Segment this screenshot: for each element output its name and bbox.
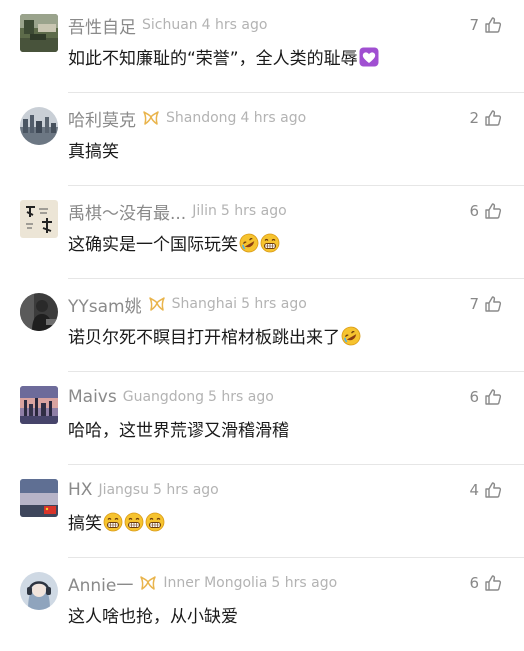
username[interactable]: 禹棋～没有最...	[68, 199, 186, 224]
location: Guangdong	[122, 389, 205, 405]
comment-meta: Annie一 Inner Mongolia 5 hrs ago	[68, 570, 337, 596]
comment-item: 禹棋～没有最... Jilin 5 hrs ago 这确实是一个国际玩笑 6	[0, 186, 524, 279]
avatar[interactable]	[20, 14, 58, 52]
timestamp: 4 hrs ago	[240, 110, 307, 126]
rolling-laugh-emoji-icon	[239, 233, 259, 253]
comment-body: 如此不知廉耻的“荣誉”，全人类的耻辱	[68, 49, 358, 69]
like-button[interactable]: 6	[469, 388, 502, 406]
like-button[interactable]: 7	[469, 16, 502, 34]
comment-text: 搞笑	[68, 509, 165, 534]
like-button[interactable]: 7	[469, 295, 502, 313]
comment-item: Maivs Guangdong 5 hrs ago 哈哈，这世界荒谬又滑稽滑稽 …	[0, 372, 524, 465]
like-count: 7	[469, 295, 479, 313]
comment-body: 搞笑	[68, 514, 102, 534]
like-count: 6	[469, 388, 479, 406]
timestamp: 4 hrs ago	[201, 17, 268, 33]
landscape-photo-icon	[20, 14, 58, 52]
rolling-laugh-emoji-icon	[341, 326, 361, 346]
sunset-city-photo-icon	[20, 386, 58, 424]
timestamp: 5 hrs ago	[241, 296, 307, 312]
membership-badge-icon	[142, 110, 160, 126]
like-button[interactable]: 6	[469, 202, 502, 220]
comment-meta: HX Jiangsu 5 hrs ago	[68, 477, 219, 503]
comment-body: 这人啥也抢，从小缺爱	[68, 607, 238, 627]
avatar[interactable]	[20, 572, 58, 610]
comment-text: 诺贝尔死不瞑目打开棺材板跳出来了	[68, 323, 361, 348]
thumbs-up-icon	[484, 481, 502, 499]
comment-body: 真搞笑	[68, 142, 119, 162]
avatar[interactable]	[20, 479, 58, 517]
comment-text: 哈哈，这世界荒谬又滑稽滑稽	[68, 416, 289, 441]
like-button[interactable]: 4	[469, 481, 502, 499]
grin-emoji-icon	[124, 512, 144, 532]
username[interactable]: HX	[68, 480, 92, 500]
comment-meta: 吾性自足 Sichuan 4 hrs ago	[68, 12, 267, 38]
person-photo-icon	[20, 293, 58, 331]
comment-item: YYsam姚 Shanghai 5 hrs ago 诺贝尔死不瞑目打开棺材板跳出…	[0, 279, 524, 372]
thumbs-up-icon	[484, 202, 502, 220]
comment-meta: 禹棋～没有最... Jilin 5 hrs ago	[68, 198, 287, 224]
username[interactable]: 吾性自足	[68, 13, 136, 38]
like-count: 2	[469, 109, 479, 127]
location: Shanghai	[171, 296, 238, 312]
comment-item: 吾性自足 Sichuan 4 hrs ago 如此不知廉耻的“荣誉”，全人类的耻…	[0, 0, 524, 93]
username[interactable]: 哈利莫克	[68, 106, 136, 131]
comment-item: 哈利莫克 Shandong 4 hrs ago 真搞笑 2	[0, 93, 524, 186]
comment-text: 如此不知廉耻的“荣誉”，全人类的耻辱	[68, 44, 379, 69]
thumbs-up-icon	[484, 388, 502, 406]
membership-badge-icon	[139, 575, 157, 591]
thumbs-up-icon	[484, 109, 502, 127]
avatar[interactable]	[20, 386, 58, 424]
thumbs-up-icon	[484, 295, 502, 313]
comment-body: 哈哈，这世界荒谬又滑稽滑稽	[68, 421, 289, 441]
username[interactable]: YYsam姚	[68, 292, 142, 317]
location: Inner Mongolia	[163, 575, 268, 591]
like-count: 4	[469, 481, 479, 499]
comment-meta: Maivs Guangdong 5 hrs ago	[68, 384, 274, 410]
comment-text: 这人啥也抢，从小缺爱	[68, 602, 238, 627]
avatar[interactable]	[20, 200, 58, 238]
location: Jiangsu	[98, 482, 149, 498]
comment-meta: YYsam姚 Shanghai 5 hrs ago	[68, 291, 307, 317]
anime-headphones-avatar-icon	[20, 572, 58, 610]
comment-body: 这确实是一个国际玩笑	[68, 235, 238, 255]
grin-emoji-icon	[103, 512, 123, 532]
grin-emoji-icon	[260, 233, 280, 253]
location: Shandong	[166, 110, 237, 126]
comment-text: 真搞笑	[68, 137, 119, 162]
timestamp: 5 hrs ago	[208, 389, 274, 405]
avatar[interactable]	[20, 107, 58, 145]
comment-text: 这确实是一个国际玩笑	[68, 230, 280, 255]
location: Sichuan	[142, 17, 198, 33]
like-button[interactable]: 2	[469, 109, 502, 127]
calligraphy-image-icon	[20, 200, 58, 238]
avatar[interactable]	[20, 293, 58, 331]
comment-body: 诺贝尔死不瞑目打开棺材板跳出来了	[68, 328, 340, 348]
thumbs-up-icon	[484, 574, 502, 592]
grin-emoji-icon	[145, 512, 165, 532]
timestamp: 5 hrs ago	[220, 203, 287, 219]
comment-item: Annie一 Inner Mongolia 5 hrs ago 这人啥也抢，从小…	[0, 558, 524, 651]
membership-badge-icon	[148, 296, 166, 312]
comment-meta: 哈利莫克 Shandong 4 hrs ago	[68, 105, 306, 131]
username[interactable]: Maivs	[68, 387, 117, 407]
like-count: 6	[469, 574, 479, 592]
sky-flag-photo-icon	[20, 479, 58, 517]
comment-item: HX Jiangsu 5 hrs ago 搞笑 4	[0, 465, 524, 558]
comment-list: 吾性自足 Sichuan 4 hrs ago 如此不知廉耻的“荣誉”，全人类的耻…	[0, 0, 524, 640]
purple-heart-emoji-icon	[359, 47, 379, 67]
timestamp: 5 hrs ago	[271, 575, 338, 591]
like-count: 7	[469, 16, 479, 34]
username[interactable]: Annie一	[68, 571, 133, 596]
thumbs-up-icon	[484, 16, 502, 34]
city-skyline-photo-icon	[20, 107, 58, 145]
timestamp: 5 hrs ago	[152, 482, 219, 498]
like-count: 6	[469, 202, 479, 220]
location: Jilin	[192, 203, 217, 219]
like-button[interactable]: 6	[469, 574, 502, 592]
